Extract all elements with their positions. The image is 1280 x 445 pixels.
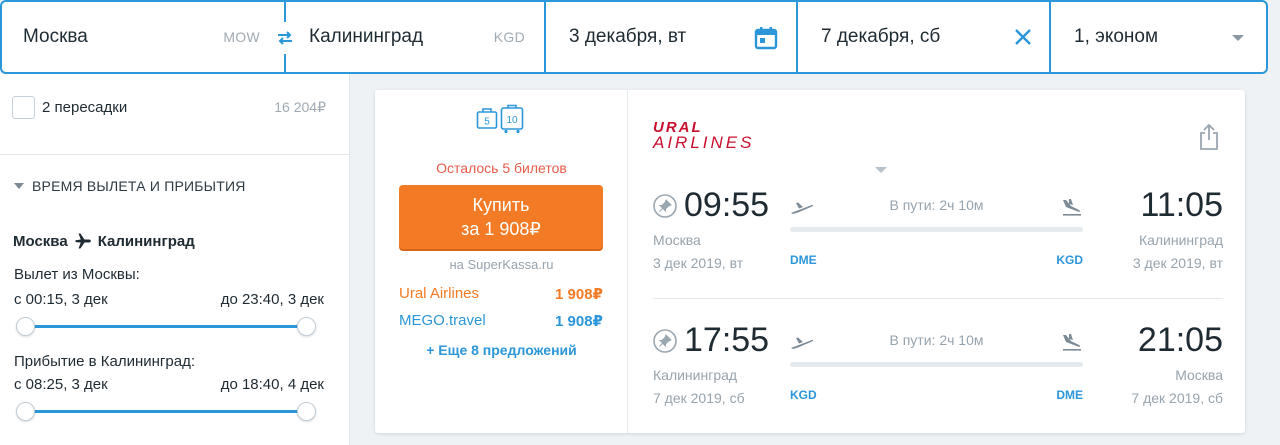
passengers-value: 1, эконом <box>1074 26 1159 47</box>
divider <box>0 154 350 155</box>
seller-name: на SuperKassa.ru <box>449 257 554 272</box>
arrival-time-slider[interactable] <box>16 401 316 421</box>
passengers-field[interactable]: 1, эконом <box>1051 2 1266 72</box>
arrival-range: с 08:25, 3 дек до 18:40, 4 дек <box>14 376 324 393</box>
filters-panel: 2 пересадки 16 204₽ ВРЕМЯ ВЫЛЕТА И ПРИБЫ… <box>0 74 350 445</box>
route-heading: Москва Калининград <box>13 232 195 250</box>
swap-button[interactable] <box>269 22 301 54</box>
flight-segment-return: 17:55 21:05 Калининград 7 дек 2019, сб М… <box>653 320 1223 430</box>
origin-city: Москва <box>23 26 88 47</box>
offer-item[interactable]: Ural Airlines 1 908₽ <box>399 285 603 303</box>
arrival-date: 3 дек 2019, вт <box>1132 255 1223 271</box>
departure-date: 3 дек 2019, вт <box>653 255 744 271</box>
departure-range-from: с 00:15, 3 дек <box>14 291 108 308</box>
depart-date-field[interactable]: 3 декабря, вт <box>546 2 796 72</box>
destination-code: KGD <box>493 29 525 45</box>
arrival-date: 7 дек 2019, сб <box>1131 390 1223 406</box>
route-line: В пути: 2ч 10м KGD DME <box>790 332 1083 402</box>
return-date-field[interactable]: 7 декабря, сб <box>798 2 1049 72</box>
stops-option-price: 16 204₽ <box>274 99 326 115</box>
route-to: Калининград <box>97 232 195 250</box>
stops-checkbox[interactable] <box>12 96 35 119</box>
offer-price: 1 908₽ <box>555 313 603 330</box>
swap-icon <box>278 31 292 45</box>
arrival-filter-label: Прибытие в Калининград: <box>14 353 196 370</box>
pin-icon[interactable] <box>653 329 677 353</box>
airline-logo: URAL AIRLINES <box>653 119 755 152</box>
destination-field[interactable]: Калининград KGD <box>286 2 544 72</box>
slider-track <box>24 410 308 413</box>
buy-button[interactable]: Купить за 1 908₽ <box>399 185 603 249</box>
tickets-left-notice: Осталось 5 билетов <box>436 160 567 176</box>
time-filter-title: ВРЕМЯ ВЫЛЕТА И ПРИБЫТИЯ <box>32 178 246 194</box>
airplane-icon <box>75 233 91 249</box>
stops-option-label: 2 пересадки <box>42 99 128 116</box>
dropdown-caret-icon <box>1232 35 1244 41</box>
offer-item[interactable]: MEGO.travel 1 908₽ <box>399 312 603 330</box>
slider-handle-max[interactable] <box>297 317 316 336</box>
arrival-city: Калининград <box>1138 232 1223 248</box>
origin-code: MOW <box>223 29 260 45</box>
departure-range: с 00:15, 3 дек до 23:40, 3 дек <box>14 291 324 308</box>
landing-icon <box>1063 334 1081 351</box>
buy-button-label: Купить <box>472 195 530 215</box>
route-line: В пути: 2ч 10м DME KGD <box>790 197 1083 267</box>
flight-duration: В пути: 2ч 10м <box>889 197 984 213</box>
time-filter-toggle[interactable]: ВРЕМЯ ВЫЛЕТА И ПРИБЫТИЯ <box>14 178 246 194</box>
offer-agency: Ural Airlines <box>399 285 480 302</box>
departure-time: 09:55 <box>684 186 770 224</box>
expand-caret-icon[interactable] <box>875 167 887 173</box>
depart-date: 3 декабря, вт <box>569 26 687 47</box>
slider-handle-min[interactable] <box>16 317 35 336</box>
flight-segment-outbound: 09:55 11:05 Москва 3 дек 2019, вт Калини… <box>653 185 1223 295</box>
departure-city: Калининград <box>653 367 738 383</box>
arrival-time: 11:05 <box>1140 186 1223 224</box>
arrival-airport[interactable]: KGD <box>1056 253 1083 267</box>
pin-icon[interactable] <box>653 194 677 218</box>
offer-price: 1 908₽ <box>555 286 603 303</box>
more-offers-link[interactable]: + Еще 8 предложений <box>375 342 628 358</box>
buy-button-price: за 1 908₽ <box>461 219 541 239</box>
departure-date: 7 дек 2019, сб <box>653 390 745 406</box>
destination-city: Калининград <box>309 26 424 47</box>
slider-handle-min[interactable] <box>16 402 35 421</box>
arrival-city: Москва <box>1175 367 1223 383</box>
slider-handle-max[interactable] <box>297 402 316 421</box>
flight-duration: В пути: 2ч 10м <box>889 332 984 348</box>
arrival-range-from: с 08:25, 3 дек <box>14 376 108 393</box>
ticket-card: 5 10 Осталось 5 билетов Купить за 1 908₽… <box>375 90 1245 433</box>
luggage-icon: 10 <box>500 104 524 134</box>
departure-filter-label: Вылет из Москвы: <box>14 266 140 283</box>
buy-column: 5 10 Осталось 5 билетов Купить за 1 908₽… <box>375 90 628 433</box>
departure-range-to: до 23:40, 3 дек <box>220 291 324 308</box>
arrival-range-to: до 18:40, 4 дек <box>220 376 324 393</box>
calendar-icon[interactable] <box>754 26 778 50</box>
route-from: Москва <box>13 232 68 250</box>
departure-airport[interactable]: DME <box>790 253 817 267</box>
departure-city: Москва <box>653 232 701 248</box>
stops-filter-option[interactable]: 2 пересадки 16 204₽ <box>12 96 326 119</box>
landing-icon <box>1063 199 1081 216</box>
route-bar <box>790 227 1083 232</box>
svg-text:5: 5 <box>484 117 490 128</box>
arrival-airport[interactable]: DME <box>1056 388 1083 402</box>
collapse-caret-icon <box>14 183 24 189</box>
origin-field[interactable]: Москва MOW <box>2 2 284 72</box>
departure-time: 17:55 <box>684 321 770 359</box>
segment-divider <box>653 298 1223 299</box>
share-icon[interactable] <box>1198 123 1220 151</box>
offer-agency: MEGO.travel <box>399 312 486 329</box>
return-date: 7 декабря, сб <box>821 26 941 47</box>
route-bar <box>790 362 1083 367</box>
slider-track <box>24 325 308 328</box>
handbag-icon: 5 <box>476 108 498 129</box>
svg-text:10: 10 <box>506 115 518 126</box>
baggage-info[interactable]: 5 10 <box>476 104 524 134</box>
arrival-time: 21:05 <box>1137 321 1223 359</box>
departure-time-slider[interactable] <box>16 316 316 336</box>
clear-icon[interactable] <box>1013 27 1033 47</box>
flight-info: URAL AIRLINES 09:55 11:05 Москва 3 дек 2… <box>629 90 1245 433</box>
search-form: Москва MOW Калининград KGD 3 декабря, вт… <box>0 0 1268 74</box>
departure-airport[interactable]: KGD <box>790 388 817 402</box>
